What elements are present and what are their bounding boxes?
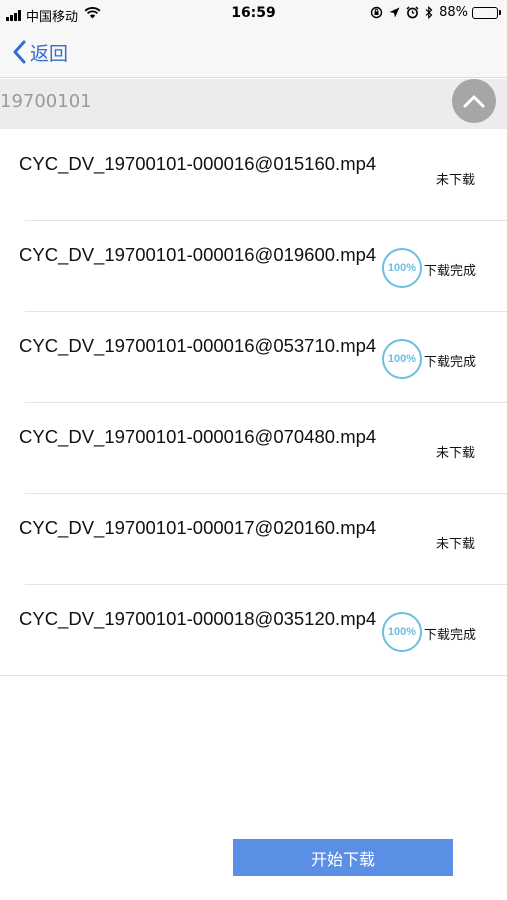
download-status: 下载完成 (424, 355, 477, 370)
download-status: 未下载 (436, 446, 476, 461)
file-row[interactable]: CYC_DV_19700101-000016@070480.mp4 未下载 (0, 403, 507, 494)
status-right: 88% (370, 5, 501, 20)
alarm-icon (406, 6, 419, 19)
battery-percent: 88% (439, 5, 468, 20)
lock-rotation-icon (370, 6, 383, 19)
file-row[interactable]: CYC_DV_19700101-000018@035120.mp4 100% 下载完… (0, 585, 507, 676)
collapse-button[interactable] (452, 79, 496, 123)
progress-ring: 100% (382, 248, 422, 288)
file-row[interactable]: CYC_DV_19700101-000016@015160.mp4 未下载 (0, 130, 507, 221)
file-name: CYC_DV_19700101-000016@053710.mp4 (19, 335, 377, 356)
file-name: CYC_DV_19700101-000016@019600.mp4 (19, 244, 377, 265)
battery-icon (472, 6, 501, 19)
row-divider (0, 675, 507, 676)
chevron-up-icon (463, 95, 485, 108)
file-row[interactable]: CYC_DV_19700101-000016@019600.mp4 100% 下载完… (0, 221, 507, 312)
nav-bar: 返回 (0, 28, 507, 78)
location-icon (389, 7, 400, 18)
bluetooth-icon (425, 6, 433, 19)
file-name: CYC_DV_19700101-000017@020160.mp4 (19, 517, 377, 538)
progress-ring: 100% (382, 339, 422, 379)
file-row[interactable]: CYC_DV_19700101-000017@020160.mp4 未下载 (0, 494, 507, 585)
date-group-header[interactable]: 19700101 (0, 79, 507, 129)
file-list: CYC_DV_19700101-000016@015160.mp4 未下载 CYC_… (0, 130, 507, 676)
file-name: CYC_DV_19700101-000018@035120.mp4 (19, 608, 377, 629)
status-bar: 中国移动 16:59 88% (0, 0, 507, 28)
start-download-button[interactable]: 开始下载 (233, 839, 453, 876)
download-status: 下载完成 (424, 264, 477, 279)
back-button[interactable]: 返回 (12, 37, 68, 67)
download-status: 未下载 (436, 537, 476, 552)
date-label: 19700101 (0, 91, 92, 112)
chevron-left-icon (13, 40, 26, 64)
download-status: 下载完成 (424, 628, 477, 643)
file-name: CYC_DV_19700101-000016@070480.mp4 (19, 426, 377, 447)
back-label: 返回 (30, 42, 69, 65)
download-status: 未下载 (436, 173, 476, 188)
progress-ring: 100% (382, 612, 422, 652)
file-name: CYC_DV_19700101-000016@015160.mp4 (19, 153, 377, 174)
file-row[interactable]: CYC_DV_19700101-000016@053710.mp4 100% 下载完… (0, 312, 507, 403)
